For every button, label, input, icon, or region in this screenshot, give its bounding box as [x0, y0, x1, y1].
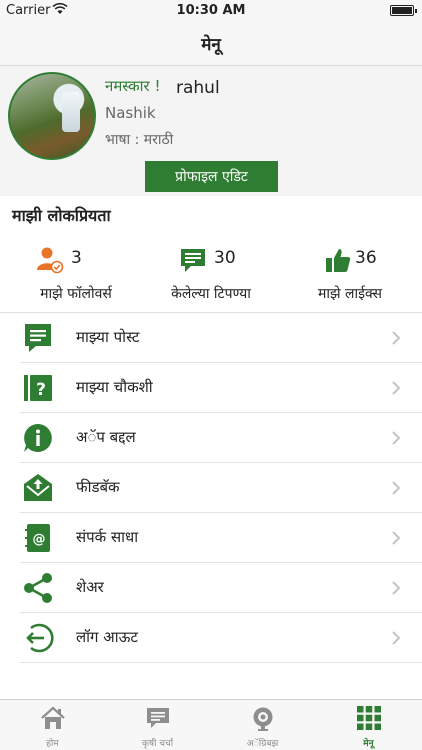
menu-item-contact[interactable]: @ संपर्क साधा	[0, 513, 422, 563]
logout-icon	[26, 623, 54, 653]
followers-icon	[37, 247, 64, 274]
tab-label: कृषी चर्चा	[141, 739, 174, 749]
likes-stat[interactable]: 36 माझे लाईक्स	[280, 242, 420, 306]
tab-bar: होम कृषी चर्चा अॅग्रिबझ मेनू	[0, 699, 422, 750]
chevron-right-icon	[392, 631, 401, 645]
followers-stat[interactable]: 3 माझे फॉलोवर्स	[6, 242, 146, 306]
menu-item-logout[interactable]: लॉग आऊट	[0, 613, 422, 663]
menu-item-label: लॉग आऊट	[76, 628, 138, 646]
chevron-right-icon	[392, 531, 401, 545]
profile-card: नमस्कार ! rahul Nashik भाषा : मराठी प्रो…	[0, 66, 422, 196]
avatar[interactable]	[8, 72, 96, 160]
menu-item-my-posts[interactable]: माझ्या पोस्ट	[0, 313, 422, 363]
chevron-right-icon	[392, 581, 401, 595]
menu-item-label: माझ्या पोस्ट	[76, 328, 140, 346]
chevron-right-icon	[392, 331, 401, 345]
svg-text:@: @	[33, 532, 46, 547]
menu-item-my-queries[interactable]: ? माझ्या चौकशी	[0, 363, 422, 413]
chevron-right-icon	[392, 481, 401, 495]
question-icon: ?	[24, 375, 52, 401]
followers-label: माझे फॉलोवर्स	[40, 286, 112, 302]
contact-icon: @	[25, 524, 50, 552]
chevron-right-icon	[392, 381, 401, 395]
user-location: Nashik	[105, 104, 156, 122]
agribuzz-icon	[253, 707, 273, 731]
menu-list: माझ्या पोस्ट ? माझ्या चौकशी अॅप बद्दल फी…	[0, 312, 422, 663]
likes-count: 36	[355, 248, 377, 268]
menu-item-share[interactable]: शेअर	[0, 563, 422, 613]
discussion-icon	[147, 708, 169, 728]
menu-item-about-app[interactable]: अॅप बद्दल	[0, 413, 422, 463]
user-language: भाषा : मराठी	[105, 132, 174, 148]
comments-label: केलेल्या टिपण्या	[171, 286, 251, 302]
comments-stat[interactable]: 30 केलेल्या टिपण्या	[141, 242, 281, 306]
tab-label: होम	[46, 739, 59, 749]
tab-agribuzz[interactable]: अॅग्रिबझ	[210, 700, 315, 750]
menu-item-label: अॅप बद्दल	[76, 428, 136, 446]
home-icon	[41, 706, 65, 729]
status-bar: Carrier 10:30 AM	[0, 0, 422, 22]
feedback-icon	[24, 474, 52, 501]
menu-item-label: फीडबॅक	[76, 478, 120, 496]
tab-menu[interactable]: मेनू	[316, 700, 421, 750]
menu-item-label: माझ्या चौकशी	[76, 378, 153, 396]
greeting-text: नमस्कार !	[105, 77, 161, 95]
menu-item-label: संपर्क साधा	[76, 528, 139, 546]
user-name: rahul	[176, 78, 220, 98]
post-icon	[25, 324, 51, 352]
comments-count: 30	[214, 248, 236, 268]
nav-bar: मेनू	[0, 22, 422, 66]
popularity-title: माझी लोकप्रियता	[12, 206, 111, 225]
tab-home[interactable]: होम	[0, 700, 105, 750]
likes-label: माझे लाईक्स	[317, 286, 383, 302]
edit-profile-button[interactable]: प्रोफाइल एडिट	[145, 161, 278, 192]
comment-icon	[181, 249, 205, 272]
svg-text:?: ?	[36, 380, 46, 400]
tab-label: मेनू	[363, 739, 374, 749]
status-time: 10:30 AM	[176, 3, 246, 18]
page-title: मेनू	[201, 35, 221, 55]
followers-count: 3	[71, 248, 82, 268]
battery-icon	[390, 5, 417, 16]
menu-item-feedback[interactable]: फीडबॅक	[0, 463, 422, 513]
chevron-right-icon	[392, 431, 401, 445]
tab-label: अॅग्रिबझ	[246, 739, 279, 749]
info-icon	[24, 424, 52, 452]
thumbs-up-icon	[326, 249, 351, 272]
menu-item-label: शेअर	[76, 578, 104, 596]
grid-icon	[357, 706, 381, 730]
tab-discussion[interactable]: कृषी चर्चा	[105, 700, 210, 750]
share-icon	[24, 573, 52, 603]
